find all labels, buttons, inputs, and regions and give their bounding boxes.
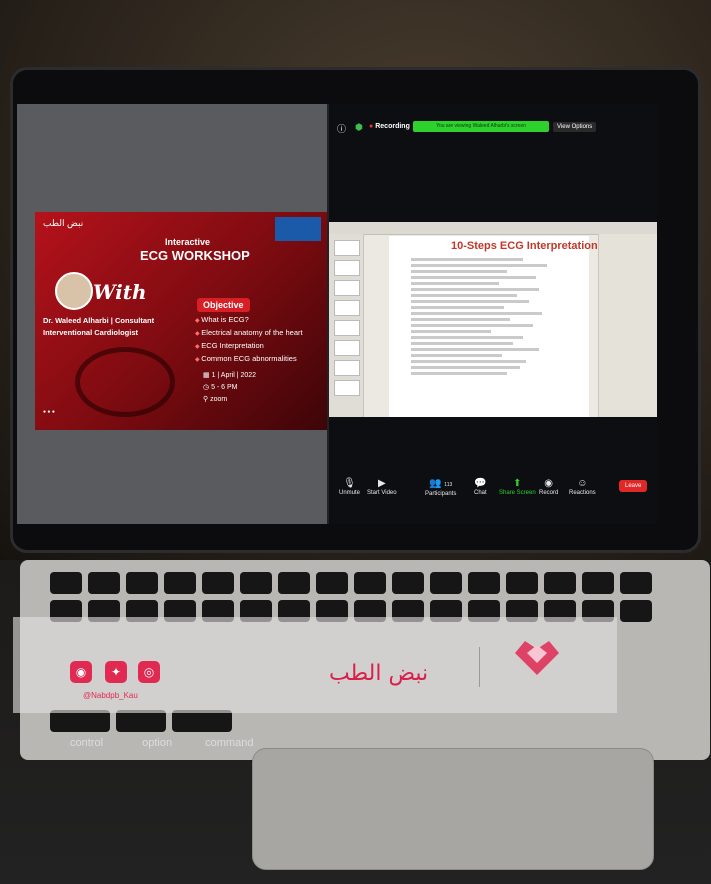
record-button[interactable]: ◉ Record xyxy=(539,478,558,496)
participants-icon: 👥 113 xyxy=(429,478,453,489)
chat-button[interactable]: 💬 Chat xyxy=(474,478,487,496)
time-text: 5 - 6 PM xyxy=(211,384,238,391)
recording-indicator[interactable]: Recording xyxy=(369,123,410,130)
event-meta: ▦ 1 | April | 2022 ◷ 5 - 6 PM ⚲ zoom xyxy=(203,370,256,406)
page-thumbnail[interactable] xyxy=(334,300,360,316)
instagram-icon: ◎ xyxy=(138,661,160,683)
brand-watermark-overlay: ◉ ✦ ◎ @Nabdpb_Kau نبض الطب xyxy=(13,617,617,713)
document-body-lines xyxy=(411,258,571,378)
reactions-label: Reactions xyxy=(569,490,596,496)
slide-social-icons: ● ● ● xyxy=(43,409,55,415)
objective-item: Electrical anatomy of the heart xyxy=(195,327,302,340)
share-screen-label: Share Screen xyxy=(499,490,536,496)
page-thumbnail[interactable] xyxy=(334,280,360,296)
start-video-button[interactable]: ▶ Start Video xyxy=(367,478,397,496)
objective-item: What is ECG? xyxy=(195,314,303,327)
page-thumbnail[interactable] xyxy=(334,260,360,276)
stethoscope-graphic xyxy=(75,347,175,417)
event-place: ⚲ zoom xyxy=(203,396,228,403)
reactions-button[interactable]: ☺ Reactions xyxy=(569,478,596,496)
video-off-icon: ▶ xyxy=(377,478,386,489)
brand-separator xyxy=(479,647,480,687)
mic-off-icon: 🎙 xyxy=(343,478,356,489)
speaker-name: Dr. Waleed Alharbi | Consultant xyxy=(43,316,155,325)
record-label: Record xyxy=(539,490,559,496)
place-text: zoom xyxy=(210,396,228,403)
participants-count: 113 xyxy=(444,482,453,488)
speaker-avatar xyxy=(55,272,93,310)
unmute-label: Unmute xyxy=(339,490,361,496)
brand-heart-logo-icon xyxy=(515,641,559,675)
ecg-workshop-slide: نبض الطب Interactive ECG WORKSHOP With D… xyxy=(35,212,327,430)
unmute-button[interactable]: 🎙 Unmute xyxy=(339,478,360,496)
keyboard-labels: control option command xyxy=(70,737,253,749)
objective-item: Common ECG abnormalities xyxy=(195,353,303,366)
page-thumbnail[interactable] xyxy=(334,360,360,376)
objective-badge: Objective xyxy=(197,298,250,312)
page-thumbnail[interactable] xyxy=(334,240,360,256)
with-label: With xyxy=(93,280,147,304)
document-page: 10-Steps ECG Interpretation xyxy=(389,236,598,417)
zoom-toolbar: 🎙 Unmute ▶ Start Video 👥 113 Participants 💬… xyxy=(329,474,657,502)
social-handle: @Nabdpb_Kau xyxy=(83,691,138,700)
slide-subtitle: Interactive xyxy=(165,237,211,247)
trackpad xyxy=(252,748,654,870)
date-text: 1 | April | 2022 xyxy=(211,372,257,379)
view-options-button[interactable]: View Options xyxy=(553,122,597,132)
twitter-icon: ✦ xyxy=(105,661,127,683)
slide-title: ECG WORKSHOP xyxy=(140,248,250,263)
objective-item: ECG Interpretation xyxy=(195,340,303,353)
command-key-label: command xyxy=(205,737,254,749)
participants-label: Participants xyxy=(425,491,457,497)
leave-button[interactable]: Leave xyxy=(619,480,648,492)
share-screen-button[interactable]: ⬆ Share Screen xyxy=(499,478,536,496)
control-key-label: control xyxy=(70,737,104,749)
start-video-label: Start Video xyxy=(367,490,397,496)
document-title: 10-Steps ECG Interpretation xyxy=(451,240,598,252)
speaker-info: Dr. Waleed Alharbi | Consultant Interven… xyxy=(43,315,154,339)
brand-name: نبض الطب xyxy=(329,661,429,686)
shared-document-window: 10-Steps ECG Interpretation xyxy=(329,222,657,417)
nabd-logo: نبض الطب xyxy=(43,218,84,228)
info-icon[interactable]: ⓘ xyxy=(337,122,346,135)
viewing-banner: You are viewing Waleed Alharbi's screen xyxy=(413,121,549,132)
zoom-top-bar: ⓘ ⬢ Recording You are viewing Waleed Alh… xyxy=(335,120,657,136)
chat-label: Chat xyxy=(474,490,487,496)
snapchat-icon: ◉ xyxy=(70,661,92,683)
laptop-screen: نبض الطب Interactive ECG WORKSHOP With D… xyxy=(17,104,657,524)
participants-button[interactable]: 👥 113 Participants xyxy=(425,478,456,497)
chat-icon: 💬 xyxy=(474,478,487,489)
page-thumbnail[interactable] xyxy=(334,320,360,336)
option-key-label: option xyxy=(142,737,173,749)
speaker-role: Interventional Cardiologist xyxy=(43,328,139,337)
page-thumbnail[interactable] xyxy=(334,340,360,356)
inspector-panel xyxy=(598,234,657,417)
university-logo xyxy=(275,217,321,241)
event-time: ◷ 5 - 6 PM xyxy=(203,384,238,391)
page-thumbnail[interactable] xyxy=(334,380,360,396)
share-screen-icon: ⬆ xyxy=(513,478,522,489)
record-icon: ◉ xyxy=(544,478,554,489)
shield-icon[interactable]: ⬢ xyxy=(355,122,363,133)
page-thumbnails xyxy=(329,234,364,417)
reactions-icon: ☺ xyxy=(577,478,588,489)
event-date: ▦ 1 | April | 2022 xyxy=(203,372,257,379)
objectives-list: What is ECG? Electrical anatomy of the h… xyxy=(195,314,303,366)
